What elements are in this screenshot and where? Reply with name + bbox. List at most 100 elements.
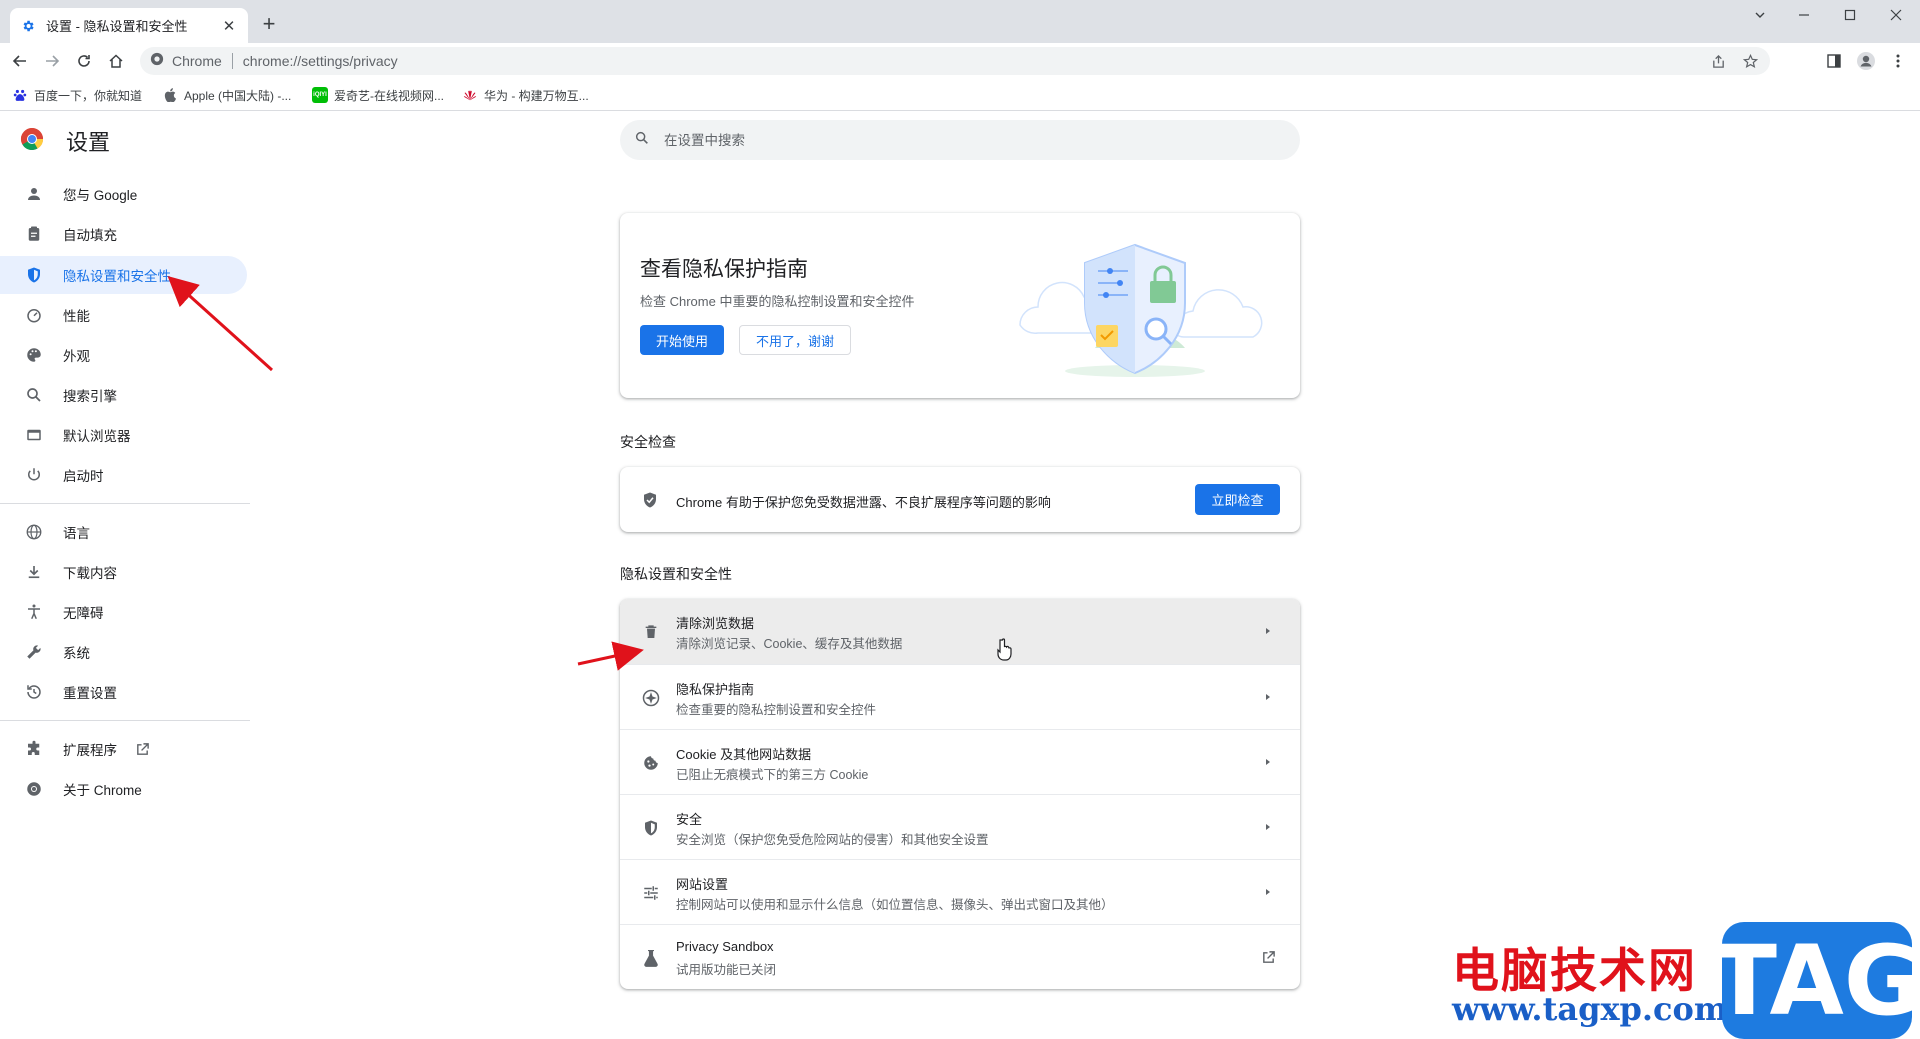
- sidebar-item-default-browser[interactable]: 默认浏览器: [0, 416, 247, 454]
- sidebar-item-label: 关于 Chrome: [63, 783, 142, 798]
- row-cookies[interactable]: Cookie 及其他网站数据 已阻止无痕模式下的第三方 Cookie: [620, 729, 1300, 794]
- settings-search[interactable]: [620, 120, 1300, 160]
- shield-icon: [24, 265, 44, 285]
- minimize-icon[interactable]: [1782, 0, 1826, 30]
- sidebar-item-about-chrome[interactable]: 关于 Chrome: [0, 770, 247, 808]
- iqiyi-icon: iQIYI: [312, 87, 328, 103]
- sidebar-item-privacy-security[interactable]: 隐私设置和安全性: [0, 256, 247, 294]
- home-icon[interactable]: [102, 47, 130, 75]
- compass-icon: [640, 687, 662, 709]
- huawei-icon: [462, 87, 478, 103]
- dismiss-privacy-guide-button[interactable]: 不用了，谢谢: [739, 325, 851, 355]
- row-title: Privacy Sandbox: [676, 939, 774, 954]
- row-privacy-sandbox[interactable]: Privacy Sandbox 试用版功能已关闭: [620, 924, 1300, 989]
- search-input[interactable]: [664, 132, 1224, 148]
- sidebar-item-label: 启动时: [63, 469, 104, 484]
- speedometer-icon: [24, 305, 44, 325]
- globe-icon: [24, 522, 44, 542]
- bookmark-apple[interactable]: Apple (中国大陆) -...: [162, 85, 291, 105]
- search-icon: [24, 385, 44, 405]
- maximize-icon[interactable]: [1828, 0, 1872, 30]
- sidebar-item-label: 系统: [63, 646, 90, 661]
- sidebar-item-downloads[interactable]: 下载内容: [0, 553, 247, 591]
- forward-arrow-icon[interactable]: [38, 47, 66, 75]
- shield-check-icon: [640, 490, 660, 510]
- row-subtitle: 控制网站可以使用和显示什么信息（如位置信息、摄像头、弹出式窗口及其他）: [676, 898, 1114, 912]
- trash-icon: [640, 621, 662, 643]
- share-icon[interactable]: [1704, 47, 1732, 75]
- sidebar-item-label: 自动填充: [63, 228, 117, 243]
- sidebar-item-label: 下载内容: [63, 566, 117, 581]
- sidebar-item-search-engine[interactable]: 搜索引擎: [0, 376, 247, 414]
- bookmark-baidu[interactable]: 百度一下，你就知道: [12, 85, 142, 105]
- clipboard-icon: [24, 224, 44, 244]
- safety-check-card: Chrome 有助于保护您免受数据泄露、不良扩展程序等问题的影响 立即检查: [620, 467, 1300, 532]
- tab-strip: 设置 - 隐私设置和安全性 ✕ +: [0, 0, 1920, 43]
- omnibox[interactable]: Chrome chrome://settings/privacy: [140, 47, 1770, 75]
- download-icon: [24, 562, 44, 582]
- sidebar-divider: [0, 503, 250, 504]
- bookmark-label: 华为 - 构建万物互...: [484, 88, 589, 103]
- tab-close-icon[interactable]: ✕: [220, 17, 238, 35]
- more-menu-icon[interactable]: [1884, 47, 1912, 75]
- chrome-site-icon: [150, 52, 164, 71]
- sidebar-item-autofill[interactable]: 自动填充: [0, 215, 247, 253]
- row-privacy-guide[interactable]: 隐私保护指南 检查重要的隐私控制设置和安全控件: [620, 664, 1300, 729]
- sidebar-item-label: 默认浏览器: [63, 429, 131, 444]
- chrome-logo-icon: [20, 127, 44, 156]
- tab-search-chevron-icon[interactable]: [1738, 0, 1782, 30]
- external-link-icon: [135, 742, 150, 757]
- sidebar-item-system[interactable]: 系统: [0, 633, 247, 671]
- sidebar-item-extensions[interactable]: 扩展程序: [0, 730, 247, 768]
- bookmark-iqiyi[interactable]: iQIYI 爱奇艺-在线视频网...: [312, 85, 444, 105]
- sidebar-item-accessibility[interactable]: 无障碍: [0, 593, 247, 631]
- arrow-right-icon: [1260, 819, 1276, 835]
- omnibox-separator: [231, 53, 233, 69]
- sidebar-item-label: 重置设置: [63, 686, 117, 701]
- bookmark-label: Apple (中国大陆) -...: [184, 88, 292, 103]
- tune-icon: [640, 882, 662, 904]
- baidu-icon: [12, 87, 28, 103]
- person-icon: [24, 184, 44, 204]
- omnibox-url[interactable]: chrome://settings/privacy: [243, 53, 398, 69]
- safety-check-heading: 安全检查: [620, 434, 676, 450]
- row-site-settings[interactable]: 网站设置 控制网站可以使用和显示什么信息（如位置信息、摄像头、弹出式窗口及其他）: [620, 859, 1300, 924]
- accessibility-icon: [24, 602, 44, 622]
- bookmark-huawei[interactable]: 华为 - 构建万物互...: [462, 85, 589, 105]
- close-window-icon[interactable]: [1874, 0, 1918, 30]
- row-clear-browsing-data[interactable]: 清除浏览数据 清除浏览记录、Cookie、缓存及其他数据: [620, 599, 1300, 664]
- new-tab-button[interactable]: +: [258, 13, 280, 36]
- cookie-icon: [640, 752, 662, 774]
- sidebar-item-reset[interactable]: 重置设置: [0, 673, 247, 711]
- watermark-url: www.tagxp.com: [1452, 990, 1728, 1028]
- power-icon: [24, 465, 44, 485]
- start-privacy-guide-button[interactable]: 开始使用: [640, 325, 724, 355]
- row-title: 安全: [676, 812, 703, 827]
- side-panel-icon[interactable]: [1820, 47, 1848, 75]
- apple-icon: [162, 87, 178, 103]
- sidebar-item-appearance[interactable]: 外观: [0, 336, 247, 374]
- browser-tab[interactable]: 设置 - 隐私设置和安全性 ✕: [10, 8, 248, 43]
- sidebar-item-on-startup[interactable]: 启动时: [0, 456, 247, 494]
- row-title: 隐私保护指南: [676, 682, 755, 697]
- privacy-shield-illustration: [1019, 243, 1263, 377]
- sidebar-item-label: 扩展程序: [63, 743, 117, 758]
- reload-icon[interactable]: [70, 47, 98, 75]
- arrow-right-icon: [1260, 754, 1276, 770]
- sidebar-item-languages[interactable]: 语言: [0, 513, 247, 551]
- sidebar-item-you-and-google[interactable]: 您与 Google: [0, 175, 247, 213]
- bookmark-star-icon[interactable]: [1736, 47, 1764, 75]
- profile-avatar-icon[interactable]: [1852, 47, 1880, 75]
- row-subtitle: 清除浏览记录、Cookie、缓存及其他数据: [676, 637, 903, 651]
- row-security[interactable]: 安全 安全浏览（保护您免受危险网站的侵害）和其他安全设置: [620, 794, 1300, 859]
- row-title: Cookie 及其他网站数据: [676, 747, 812, 762]
- sidebar-item-label: 性能: [63, 309, 90, 324]
- watermark-tag-badge: TAG: [1711, 922, 1920, 1039]
- safety-check-now-button[interactable]: 立即检查: [1195, 484, 1280, 515]
- sidebar-item-performance[interactable]: 性能: [0, 296, 247, 334]
- chrome-icon: [24, 779, 44, 799]
- palette-icon: [24, 345, 44, 365]
- back-arrow-icon[interactable]: [6, 47, 34, 75]
- sidebar-item-label: 外观: [63, 349, 90, 364]
- privacy-guide-title: 查看隐私保护指南: [640, 258, 808, 281]
